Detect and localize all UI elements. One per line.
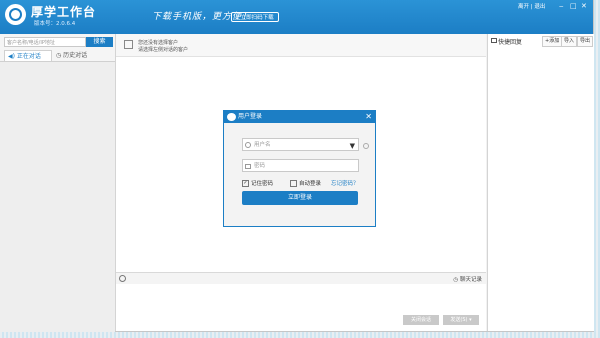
- app-window: 厚学工作台 版本号：2.0.6.4 下载手机版，更方便！ ⤓ 立即扫码下载 离开…: [0, 0, 594, 332]
- export-quick-reply-button[interactable]: 导出: [577, 36, 594, 47]
- import-quick-reply-button[interactable]: 导入: [561, 36, 578, 47]
- forgot-password-link[interactable]: 忘记密码？: [331, 179, 359, 187]
- no-customer-text: 您还没有选择客户: [138, 40, 179, 46]
- emoji-icon[interactable]: [119, 275, 126, 282]
- app-logo-icon: [227, 113, 236, 121]
- app-logo: [5, 4, 26, 25]
- login-dialog: 用户登录 ✕ 用户名 ▼ 密码 ✓ 记住密码 自动登录 忘记密码？ 立即登录: [223, 110, 376, 227]
- remember-password-checkbox[interactable]: ✓ 记住密码: [242, 179, 273, 187]
- login-button[interactable]: 立即登录: [242, 191, 358, 205]
- logo-mark: [9, 8, 22, 21]
- add-quick-reply-button[interactable]: +添加: [542, 36, 563, 47]
- speaker-icon: ◀): [8, 53, 15, 60]
- maximize-button[interactable]: □: [570, 2, 577, 10]
- user-icon: [245, 142, 251, 148]
- send-options-icon[interactable]: ▾: [469, 317, 472, 323]
- remember-password-label: 记住密码: [251, 181, 274, 187]
- chat-record-label: 聊天记录: [459, 277, 482, 283]
- tab-label: 正在对话: [16, 53, 41, 60]
- send-button[interactable]: 发送(S) ▾: [443, 315, 479, 325]
- close-icon[interactable]: ✕: [365, 111, 372, 123]
- tab-history-conversations[interactable]: ◷ 历史对话: [54, 50, 104, 61]
- auto-login-label: 自动登录: [299, 181, 322, 187]
- lock-icon: [245, 164, 251, 169]
- history-icon: ◷: [453, 277, 459, 283]
- login-dialog-title: 用户登录: [238, 113, 263, 120]
- send-label: 发送(S): [450, 317, 468, 323]
- close-chat-button[interactable]: 关闭会话: [403, 315, 439, 325]
- download-mobile-button[interactable]: ⤓ 立即扫码下载: [231, 12, 279, 22]
- user-status-label: 离开 | 退出: [518, 4, 546, 10]
- customer-search-input[interactable]: 客户名称/电话/IP地址: [4, 37, 86, 47]
- username-placeholder: 用户名: [254, 142, 271, 148]
- select-customer-hint: 请选择左侧对话的客户: [138, 47, 189, 53]
- customer-info-icon: [124, 40, 133, 49]
- quick-reply-panel: 快捷回复 +添加 导入 导出: [487, 34, 594, 331]
- login-dialog-header: 用户登录 ✕: [224, 111, 375, 123]
- conversation-sidebar: 客户名称/电话/IP地址 搜索 ◀) 正在对话 ◷ 历史对话: [0, 34, 116, 332]
- customer-info-bar: 您还没有选择客户 请选择左侧对话的客户: [116, 34, 486, 57]
- dropdown-arrow-icon[interactable]: ▼: [350, 140, 355, 152]
- app-title: 厚学工作台: [31, 5, 97, 19]
- auto-login-checkbox[interactable]: 自动登录: [290, 179, 321, 187]
- app-version: 版本号：2.0.6.4: [34, 21, 76, 27]
- username-field[interactable]: 用户名 ▼: [242, 138, 359, 151]
- minimize-button[interactable]: ‒: [559, 2, 563, 10]
- quick-reply-title: 快捷回复: [498, 39, 523, 46]
- conversation-list[interactable]: [0, 61, 115, 332]
- password-field[interactable]: 密码: [242, 159, 359, 172]
- password-placeholder: 密码: [254, 163, 266, 169]
- search-button[interactable]: 搜索: [86, 37, 113, 47]
- close-window-button[interactable]: ✕: [581, 2, 587, 10]
- quick-reply-icon: [491, 38, 497, 43]
- tab-label: 历史对话: [63, 52, 88, 59]
- clock-icon: ◷: [56, 52, 62, 59]
- title-bar: 厚学工作台 版本号：2.0.6.4 下载手机版，更方便！ ⤓ 立即扫码下载 离开…: [0, 0, 593, 34]
- help-icon[interactable]: [363, 143, 369, 149]
- download-label: 立即扫码下载: [240, 15, 274, 21]
- checkbox-unchecked-icon: [290, 180, 297, 187]
- chat-record-button[interactable]: ◷ 聊天记录: [453, 275, 482, 283]
- download-icon: ⤓: [236, 15, 239, 21]
- user-status[interactable]: 离开 | 退出: [518, 2, 545, 10]
- checkbox-checked-icon: ✓: [242, 180, 249, 187]
